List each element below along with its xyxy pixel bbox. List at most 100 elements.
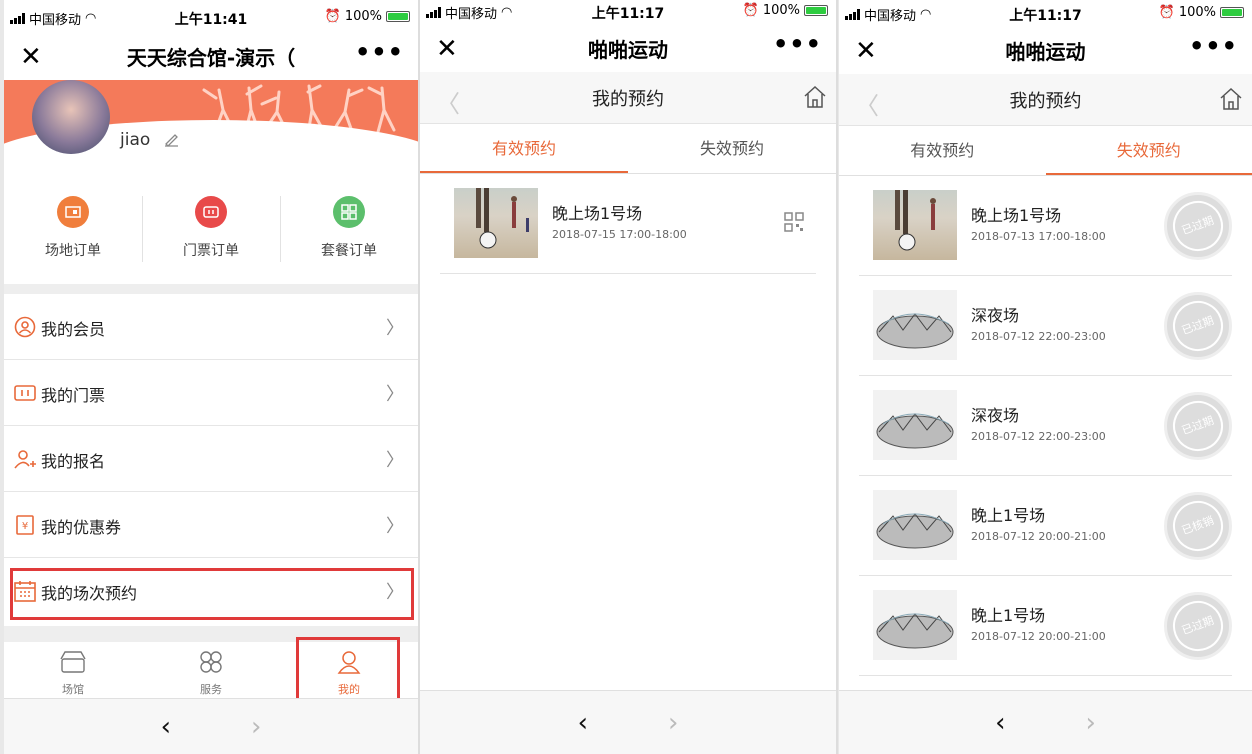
username: jiao	[120, 130, 151, 150]
more-icon[interactable]: •••	[773, 30, 822, 58]
edit-icon[interactable]	[164, 131, 180, 147]
menu-label: 我的门票	[41, 386, 106, 405]
package-order-button[interactable]: 套餐订单	[280, 190, 418, 274]
stamp-text: 已过期	[1165, 193, 1231, 259]
alarm-icon: ⏰	[324, 9, 341, 24]
more-icon[interactable]: •••	[355, 38, 404, 66]
ticket-icon	[14, 385, 36, 401]
battery-percent: 100%	[762, 3, 800, 18]
forward-button[interactable]: ›	[251, 712, 261, 742]
booking-time: 2018-07-12 22:00-23:00	[971, 430, 1106, 443]
quick-actions: 场地订单 门票订单 套餐订单	[4, 190, 418, 274]
booking-name: 晚上1号场	[971, 506, 1046, 525]
booking-item[interactable]: 晚上场1号场 2018-07-13 17:00-18:00 已过期	[859, 176, 1232, 276]
alarm-icon: ⏰	[1158, 5, 1175, 20]
stadium-thumbnail	[873, 390, 957, 460]
beach-soccer-thumbnail	[454, 188, 538, 258]
venue-order-label: 场地订单	[45, 243, 101, 259]
qrcode-icon[interactable]	[784, 212, 804, 232]
close-icon[interactable]: ✕	[20, 42, 42, 72]
battery-percent: 100%	[1178, 5, 1216, 20]
avatar[interactable]	[32, 80, 110, 154]
booking-time: 2018-07-12 20:00-21:00	[971, 530, 1106, 543]
booking-item[interactable]: 晚上1号场 2018-07-12 20:00-21:00 已核销	[859, 476, 1232, 576]
forward-button[interactable]: ›	[668, 708, 678, 738]
page-title: 天天综合馆-演示（	[126, 45, 296, 70]
booking-name: 晚上场1号场	[552, 204, 643, 223]
ticket-order-button[interactable]: 门票订单	[142, 190, 280, 274]
chevron-right-icon: 〉	[386, 516, 404, 537]
back-button[interactable]: ‹	[578, 708, 588, 738]
battery-icon	[386, 11, 410, 22]
forward-button[interactable]: ›	[1086, 708, 1096, 738]
home-icon[interactable]	[1218, 86, 1244, 112]
expired-stamp: 已过期	[1164, 592, 1232, 660]
browser-nav: ‹ ›	[839, 690, 1252, 754]
close-icon[interactable]: ✕	[436, 34, 458, 64]
booking-time: 2018-07-15 17:00-18:00	[552, 228, 687, 241]
back-icon[interactable]: 〈	[855, 86, 879, 121]
stadium-thumbnail	[873, 490, 957, 560]
member-icon	[14, 316, 36, 338]
browser-nav: ‹ ›	[4, 698, 418, 754]
verified-stamp: 已核销	[1164, 492, 1232, 560]
back-button[interactable]: ‹	[995, 708, 1005, 738]
venue-order-button[interactable]: 场地订单	[4, 190, 142, 274]
section-divider	[4, 284, 418, 294]
tab-label: 服务	[200, 683, 222, 696]
stadium-thumbnail	[873, 290, 957, 360]
menu-label: 我的会员	[41, 320, 106, 339]
phone-screen-profile: 中国移动 ◠ 上午11:41 ⏰ 100% ✕ 天天综合馆-演示（ ••• jiao…	[4, 0, 418, 754]
booking-time: 2018-07-12 22:00-23:00	[971, 330, 1106, 343]
sub-title: 我的预约	[592, 88, 664, 110]
stamp-text: 已过期	[1165, 293, 1231, 359]
booking-name: 晚上场1号场	[971, 206, 1062, 225]
expired-stamp: 已过期	[1164, 292, 1232, 360]
nav-bar: ✕ 啪啪运动 •••	[839, 30, 1252, 70]
expired-stamp: 已过期	[1164, 192, 1232, 260]
package-order-icon	[333, 196, 365, 228]
coupon-icon: ¥	[16, 515, 34, 535]
highlight-box	[296, 637, 400, 707]
tab-valid[interactable]: 有效预约	[839, 128, 1046, 175]
booking-tabs: 有效预约 失效预约	[420, 126, 836, 174]
close-icon[interactable]: ✕	[855, 36, 877, 66]
svg-text:¥: ¥	[22, 521, 28, 532]
page-title: 啪啪运动	[588, 37, 668, 62]
package-order-label: 套餐订单	[321, 243, 377, 259]
menu-item-coupon[interactable]: ¥ 我的优惠券 〉	[4, 492, 418, 558]
page-title: 啪啪运动	[1005, 39, 1086, 64]
phone-screen-valid-bookings: 中国移动 ◠ 上午11:17 ⏰ 100% ✕ 啪啪运动 ••• 〈 我的预约 有效…	[420, 0, 836, 754]
booking-name: 深夜场	[971, 306, 1020, 325]
sub-title: 我的预约	[1009, 90, 1082, 112]
tab-expired[interactable]: 失效预约	[628, 126, 836, 173]
tab-expired[interactable]: 失效预约	[1045, 128, 1252, 175]
booking-item[interactable]: 晚上1号场 2018-07-12 20:00-21:00 已过期	[859, 576, 1232, 676]
menu-label: 我的优惠券	[41, 518, 122, 537]
menu-item-member[interactable]: 我的会员 〉	[4, 294, 418, 360]
booking-item[interactable]: 深夜场 2018-07-12 22:00-23:00 已过期	[859, 376, 1232, 476]
menu-item-ticket[interactable]: 我的门票 〉	[4, 360, 418, 426]
tab-service[interactable]: 服务	[142, 642, 280, 698]
nav-bar: ✕ 啪啪运动 •••	[420, 28, 836, 68]
more-icon[interactable]: •••	[1189, 32, 1238, 60]
back-icon[interactable]: 〈	[436, 84, 460, 119]
booking-name: 深夜场	[971, 406, 1020, 425]
sub-header: 〈 我的预约	[420, 72, 836, 124]
booking-item[interactable]: 晚上场1号场 2018-07-15 17:00-18:00	[440, 174, 816, 274]
back-button[interactable]: ‹	[161, 712, 171, 742]
ticket-order-icon	[195, 196, 227, 228]
chevron-right-icon: 〉	[386, 384, 404, 405]
menu-label: 我的报名	[41, 452, 106, 471]
menu-item-signup[interactable]: 我的报名 〉	[4, 426, 418, 492]
tab-venue[interactable]: 场馆	[4, 642, 142, 698]
chevron-right-icon: 〉	[386, 318, 404, 339]
venue-order-icon	[57, 196, 89, 228]
tab-valid[interactable]: 有效预约	[420, 126, 628, 173]
booking-name: 晚上1号场	[971, 606, 1046, 625]
battery-icon	[804, 5, 828, 16]
booking-item[interactable]: 深夜场 2018-07-12 22:00-23:00 已过期	[859, 276, 1232, 376]
highlight-box	[10, 568, 414, 620]
signup-icon	[14, 450, 36, 469]
home-icon[interactable]	[802, 84, 828, 110]
